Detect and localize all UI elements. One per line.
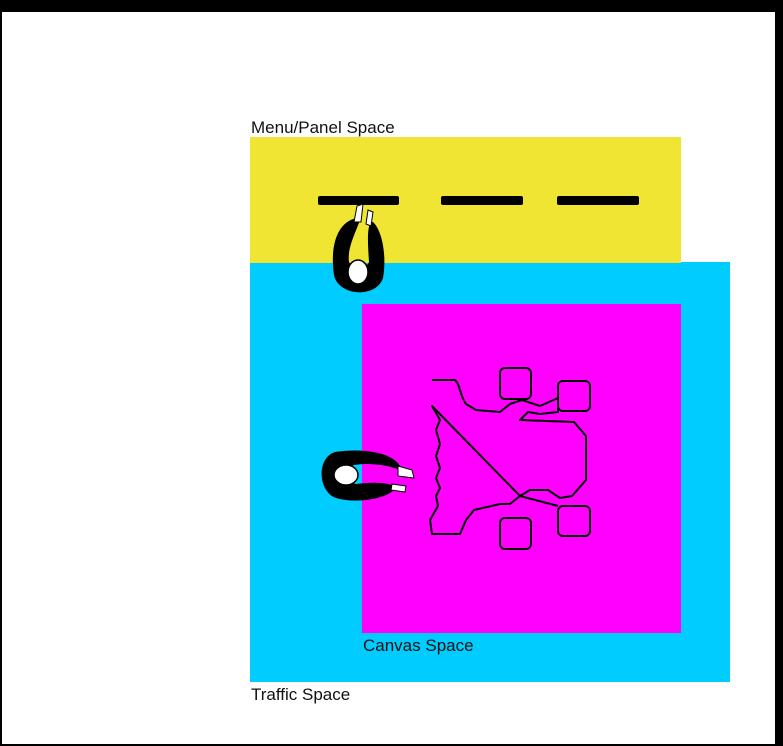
figures-layer	[321, 203, 591, 550]
person-icon	[321, 450, 415, 501]
person-icon	[332, 203, 385, 293]
menu-panel-space-label: Menu/Panel Space	[251, 118, 395, 137]
traffic-space-label: Traffic Space	[251, 685, 351, 704]
canvas-space-label: Canvas Space	[363, 636, 474, 655]
robot-icon	[429, 367, 591, 550]
